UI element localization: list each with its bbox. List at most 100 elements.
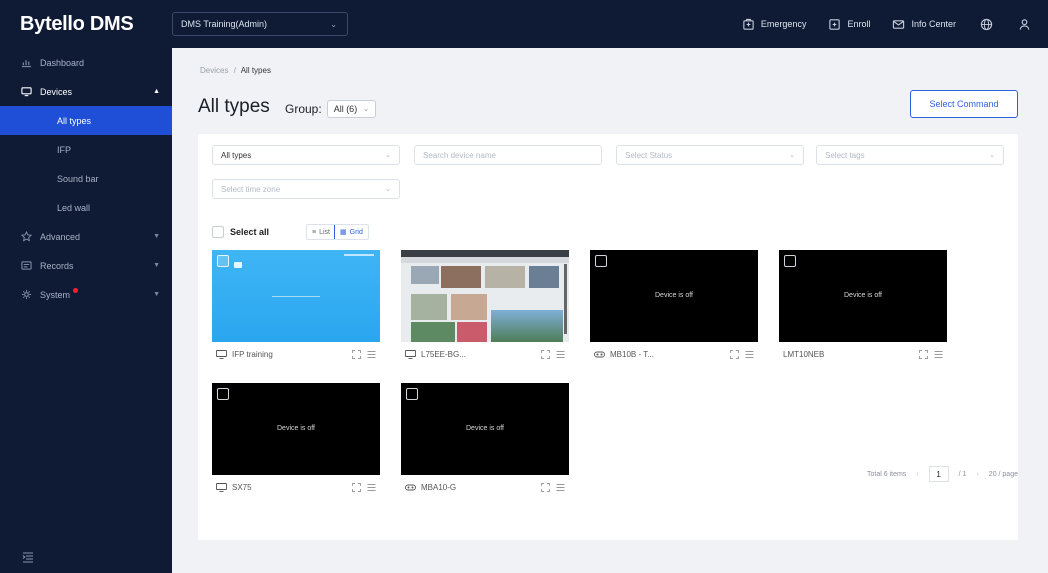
screenshot-toolbar [401, 257, 569, 263]
chevron-down-icon: ⌄ [989, 152, 995, 159]
monitor-icon [216, 349, 227, 359]
fullscreen-icon[interactable] [541, 349, 550, 359]
menu-icon[interactable] [367, 350, 376, 359]
user-icon [1019, 18, 1029, 30]
device-name: LMT10NEB [783, 349, 825, 359]
breadcrumb: Devices / All types [200, 66, 271, 75]
menu-icon[interactable] [556, 350, 565, 359]
gear-icon [20, 289, 32, 301]
select-all[interactable]: Select all [212, 226, 269, 238]
breadcrumb-current: All types [240, 66, 271, 75]
prev-page-button[interactable]: ‹ [916, 471, 918, 478]
sidebar-item-devices[interactable]: Devices ▲ [0, 77, 172, 106]
language-button[interactable] [978, 16, 994, 32]
chevron-down-icon: ⌄ [385, 152, 391, 159]
device-checkbox[interactable] [406, 388, 418, 400]
view-toggle: ≡ List ▦ Grid [306, 224, 369, 240]
device-screen-preview[interactable]: Device is off [779, 250, 947, 342]
fullscreen-icon[interactable] [919, 349, 928, 359]
page-size-select[interactable]: 20 / page [989, 471, 1018, 478]
sidebar-item-label: Dashboard [40, 57, 85, 68]
sidebar-item-records[interactable]: Records ▼ [0, 251, 172, 280]
list-view-label: List [319, 228, 330, 236]
fullscreen-icon[interactable] [730, 349, 739, 359]
sidebar-subitem-all-types[interactable]: All types [0, 106, 172, 135]
next-page-button[interactable]: › [976, 471, 978, 478]
info-center-label: Info Center [911, 19, 956, 29]
sidebar-item-system[interactable]: System ▼ [0, 280, 172, 309]
timezone-select[interactable]: Select time zone ⌄ [212, 179, 400, 199]
device-card[interactable]: Device is off LMT10NEB [779, 250, 947, 366]
organization-select[interactable]: DMS Training(Admin) ⌄ [172, 12, 348, 36]
device-checkbox[interactable] [595, 255, 607, 267]
status-select[interactable]: Select Status ⌄ [616, 145, 804, 165]
device-type-value: All types [221, 150, 252, 160]
screenshot-image-7 [411, 322, 455, 342]
group-select[interactable]: All (6) ⌄ [326, 100, 377, 118]
device-card[interactable]: L75EE-BG... [401, 250, 569, 366]
info-center-button[interactable]: Info Center [892, 18, 956, 31]
device-screen-preview[interactable] [401, 250, 569, 342]
sidebar-subitem-sound-bar[interactable]: Sound bar [0, 164, 172, 193]
search-device-input[interactable]: Search device name [414, 145, 602, 165]
menu-icon[interactable] [934, 350, 943, 359]
device-screen-preview[interactable] [212, 250, 380, 342]
device-name: IFP training [232, 349, 273, 359]
device-status-text: Device is off [277, 425, 315, 432]
sidebar-subitem-led-wall[interactable]: Led wall [0, 193, 172, 222]
device-type-select[interactable]: All types ⌄ [212, 145, 400, 165]
organization-select-value: DMS Training(Admin) [181, 19, 268, 29]
device-screen-preview[interactable]: Device is off [401, 383, 569, 475]
device-screen-preview[interactable]: Device is off [590, 250, 758, 342]
monitor-icon [20, 86, 32, 98]
screen-status-bar [344, 254, 374, 256]
breadcrumb-parent[interactable]: Devices [200, 66, 228, 75]
device-status-text: Device is off [844, 292, 882, 299]
chevron-down-icon: ⌄ [330, 19, 337, 29]
device-name: MB10B - T... [610, 349, 654, 359]
screen-app-icon [234, 262, 242, 268]
screenshot-scrollbar [564, 264, 567, 334]
enroll-button[interactable]: Enroll [828, 18, 870, 31]
screen-center-text [272, 296, 320, 297]
list-icon: ≡ [312, 228, 317, 236]
app-logo[interactable]: Bytello DMS [0, 13, 172, 36]
sidebar-item-label: Advanced [40, 231, 81, 242]
group-label: Group: [285, 102, 322, 116]
grid-view-button[interactable]: ▦ Grid [334, 225, 368, 239]
device-status-text: Device is off [655, 292, 693, 299]
device-checkbox[interactable] [217, 388, 229, 400]
device-name: L75EE-BG... [421, 349, 466, 359]
tags-select[interactable]: Select tags ⌄ [816, 145, 1004, 165]
fullscreen-icon[interactable] [352, 349, 361, 359]
sidebar-item-label: System [40, 289, 71, 300]
select-all-label: Select all [230, 227, 270, 237]
group-select-value: All (6) [333, 104, 358, 114]
select-all-checkbox[interactable] [212, 226, 224, 238]
pagination: Total 6 items ‹ 1 / 1 › 20 / page [172, 464, 1018, 484]
sidebar-subitem-ifp[interactable]: IFP [0, 135, 172, 164]
sidebar-item-dashboard[interactable]: Dashboard [0, 48, 172, 77]
select-command-button[interactable]: Select Command [910, 90, 1018, 118]
emergency-label: Emergency [760, 19, 807, 29]
list-view-button[interactable]: ≡ List [307, 225, 335, 239]
device-card[interactable]: Device is off MB10B - T... [590, 250, 758, 366]
device-checkbox[interactable] [217, 255, 229, 267]
emergency-button[interactable]: Emergency [742, 18, 807, 31]
collapse-sidebar-button[interactable] [22, 551, 34, 563]
user-menu-button[interactable] [1016, 16, 1032, 32]
search-device-placeholder: Search device name [423, 150, 496, 160]
sidebar-item-advanced[interactable]: Advanced ▼ [0, 222, 172, 251]
chevron-down-icon: ▼ [153, 233, 160, 240]
chevron-down-icon: ⌄ [789, 152, 795, 159]
menu-icon[interactable] [745, 350, 754, 359]
device-checkbox[interactable] [784, 255, 796, 267]
page-number-input[interactable]: 1 [928, 466, 949, 482]
emergency-icon [743, 18, 754, 30]
breadcrumb-separator: / [233, 66, 236, 75]
sidebar-item-label: Records [40, 260, 74, 271]
device-card[interactable]: IFP training [212, 250, 380, 366]
group-filter: Group: All (6) ⌄ [285, 100, 377, 118]
device-screen-preview[interactable]: Device is off [212, 383, 380, 475]
status-select-placeholder: Select Status [625, 150, 673, 160]
